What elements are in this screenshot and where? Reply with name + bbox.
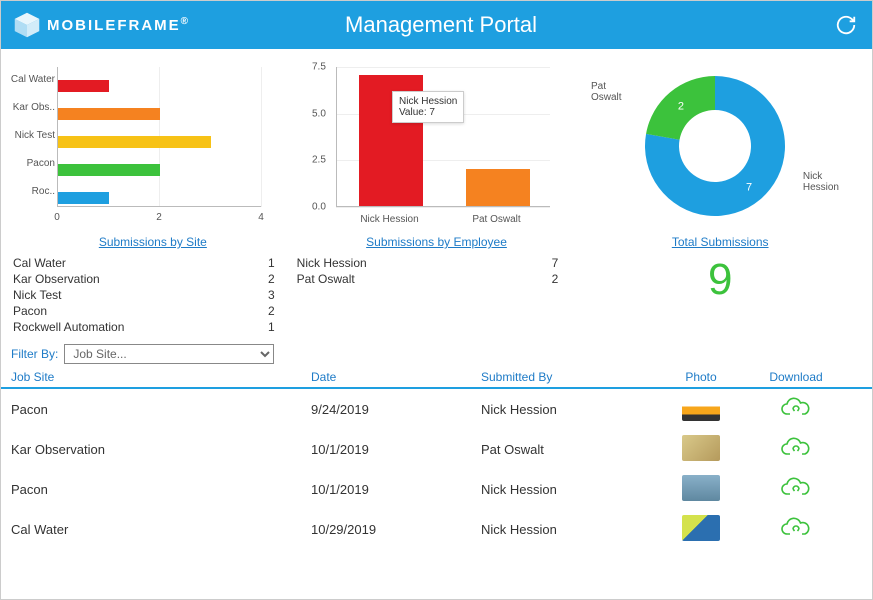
col-jobsite[interactable]: Job Site [11,370,311,384]
col-date[interactable]: Date [311,370,481,384]
x-tick: 0 [54,212,60,223]
photo-thumbnail[interactable] [682,395,720,421]
bar[interactable] [58,136,211,148]
bar[interactable] [466,169,530,206]
table-row[interactable]: Kar Observation10/1/2019Pat Oswalt [1,429,872,469]
summary-line: Nick Hession7 [295,255,579,271]
cell-date: 9/24/2019 [311,402,481,417]
summary-line: Nick Test3 [11,287,295,303]
by-employee-link[interactable]: Submissions by Employee [295,235,579,249]
summary-line: Pat Oswalt2 [295,271,579,287]
filter-select[interactable]: Job Site... [64,344,274,364]
photo-thumbnail[interactable] [682,475,720,501]
table-header: Job Site Date Submitted By Photo Downloa… [1,367,872,389]
cell-photo[interactable] [651,435,751,464]
cell-date: 10/1/2019 [311,442,481,457]
cell-submitted: Nick Hession [481,482,651,497]
x-tick: 4 [258,212,264,223]
refresh-icon [835,14,857,36]
chart-total-submissions: 72PatOswaltNickHession [585,61,866,231]
total-link[interactable]: Total Submissions [578,235,862,249]
app-header: MOBILEFRAME® Management Portal [1,1,872,49]
category-label: Nick Test [7,130,55,142]
table-body[interactable]: Pacon9/24/2019Nick HessionKar Observatio… [1,389,872,555]
cloud-download-icon[interactable] [781,397,811,419]
category-label: Pacon [7,158,55,170]
bar[interactable] [58,192,109,204]
table-row[interactable]: Pacon10/1/2019Nick Hession [1,469,872,509]
cell-jobsite: Kar Observation [11,442,311,457]
page-title: Management Portal [50,12,832,38]
cell-date: 10/29/2019 [311,522,481,537]
col-submitted[interactable]: Submitted By [481,370,651,384]
cell-jobsite: Pacon [11,482,311,497]
table-row[interactable]: Pacon9/24/2019Nick Hession [1,389,872,429]
cell-jobsite: Cal Water [11,522,311,537]
cell-photo[interactable] [651,395,751,424]
cell-download[interactable] [751,397,841,422]
total-summary: Total Submissions 9 [578,235,862,335]
col-photo[interactable]: Photo [651,370,751,384]
chart-tooltip: Nick HessionValue: 7 [392,91,464,123]
category-label: Roc.. [7,186,55,198]
cell-download[interactable] [751,477,841,502]
cell-jobsite: Pacon [11,402,311,417]
donut-label: PatOswalt [591,81,622,103]
bar[interactable] [58,164,160,176]
category-label: Nick Hession [350,214,430,225]
filter-row: Filter By: Job Site... [1,341,872,367]
donut-label: NickHession [803,171,839,193]
summary-line: Kar Observation2 [11,271,295,287]
summary-line: Pacon2 [11,303,295,319]
summary-row: Submissions by Site Cal Water1Kar Observ… [1,235,872,341]
cloud-download-icon[interactable] [781,437,811,459]
cube-icon [13,11,41,39]
y-tick: 7.5 [312,62,326,73]
x-tick: 2 [156,212,162,223]
y-tick: 2.5 [312,155,326,166]
charts-row: 0 2 4 Cal Water Kar Obs.. Nick Test Pacon Roc..… [1,49,872,235]
cell-photo[interactable] [651,515,751,544]
category-label: Pat Oswalt [457,214,537,225]
cell-photo[interactable] [651,475,751,504]
photo-thumbnail[interactable] [682,515,720,541]
donut-chart: 72 [585,61,845,231]
chart-submissions-by-employee: 0.0 2.5 5.0 7.5 Nick Hession Pat Oswalt Nick H… [296,61,577,231]
summary-line: Rockwell Automation1 [11,319,295,335]
cell-submitted: Nick Hession [481,402,651,417]
chart-submissions-by-site: 0 2 4 Cal Water Kar Obs.. Nick Test Pacon Roc.. [7,61,288,231]
by-site-link[interactable]: Submissions by Site [11,235,295,249]
category-label: Kar Obs.. [7,102,55,114]
bar[interactable] [58,80,109,92]
cell-download[interactable] [751,517,841,542]
cloud-download-icon[interactable] [781,477,811,499]
cell-date: 10/1/2019 [311,482,481,497]
refresh-button[interactable] [832,11,860,39]
cell-submitted: Pat Oswalt [481,442,651,457]
category-label: Cal Water [7,74,55,86]
bar[interactable] [58,108,160,120]
slice-value: 7 [746,182,752,194]
by-site-summary: Submissions by Site Cal Water1Kar Observ… [11,235,295,335]
y-tick: 0.0 [312,202,326,213]
total-number: 9 [578,255,862,305]
col-download[interactable]: Download [751,370,841,384]
table-row[interactable]: Cal Water10/29/2019Nick Hession [1,509,872,549]
y-tick: 5.0 [312,108,326,119]
cell-submitted: Nick Hession [481,522,651,537]
filter-label: Filter By: [11,347,58,361]
slice-value: 2 [678,100,684,112]
cloud-download-icon[interactable] [781,517,811,539]
summary-line: Cal Water1 [11,255,295,271]
cell-download[interactable] [751,437,841,462]
by-employee-summary: Submissions by Employee Nick Hession7Pat… [295,235,579,335]
photo-thumbnail[interactable] [682,435,720,461]
